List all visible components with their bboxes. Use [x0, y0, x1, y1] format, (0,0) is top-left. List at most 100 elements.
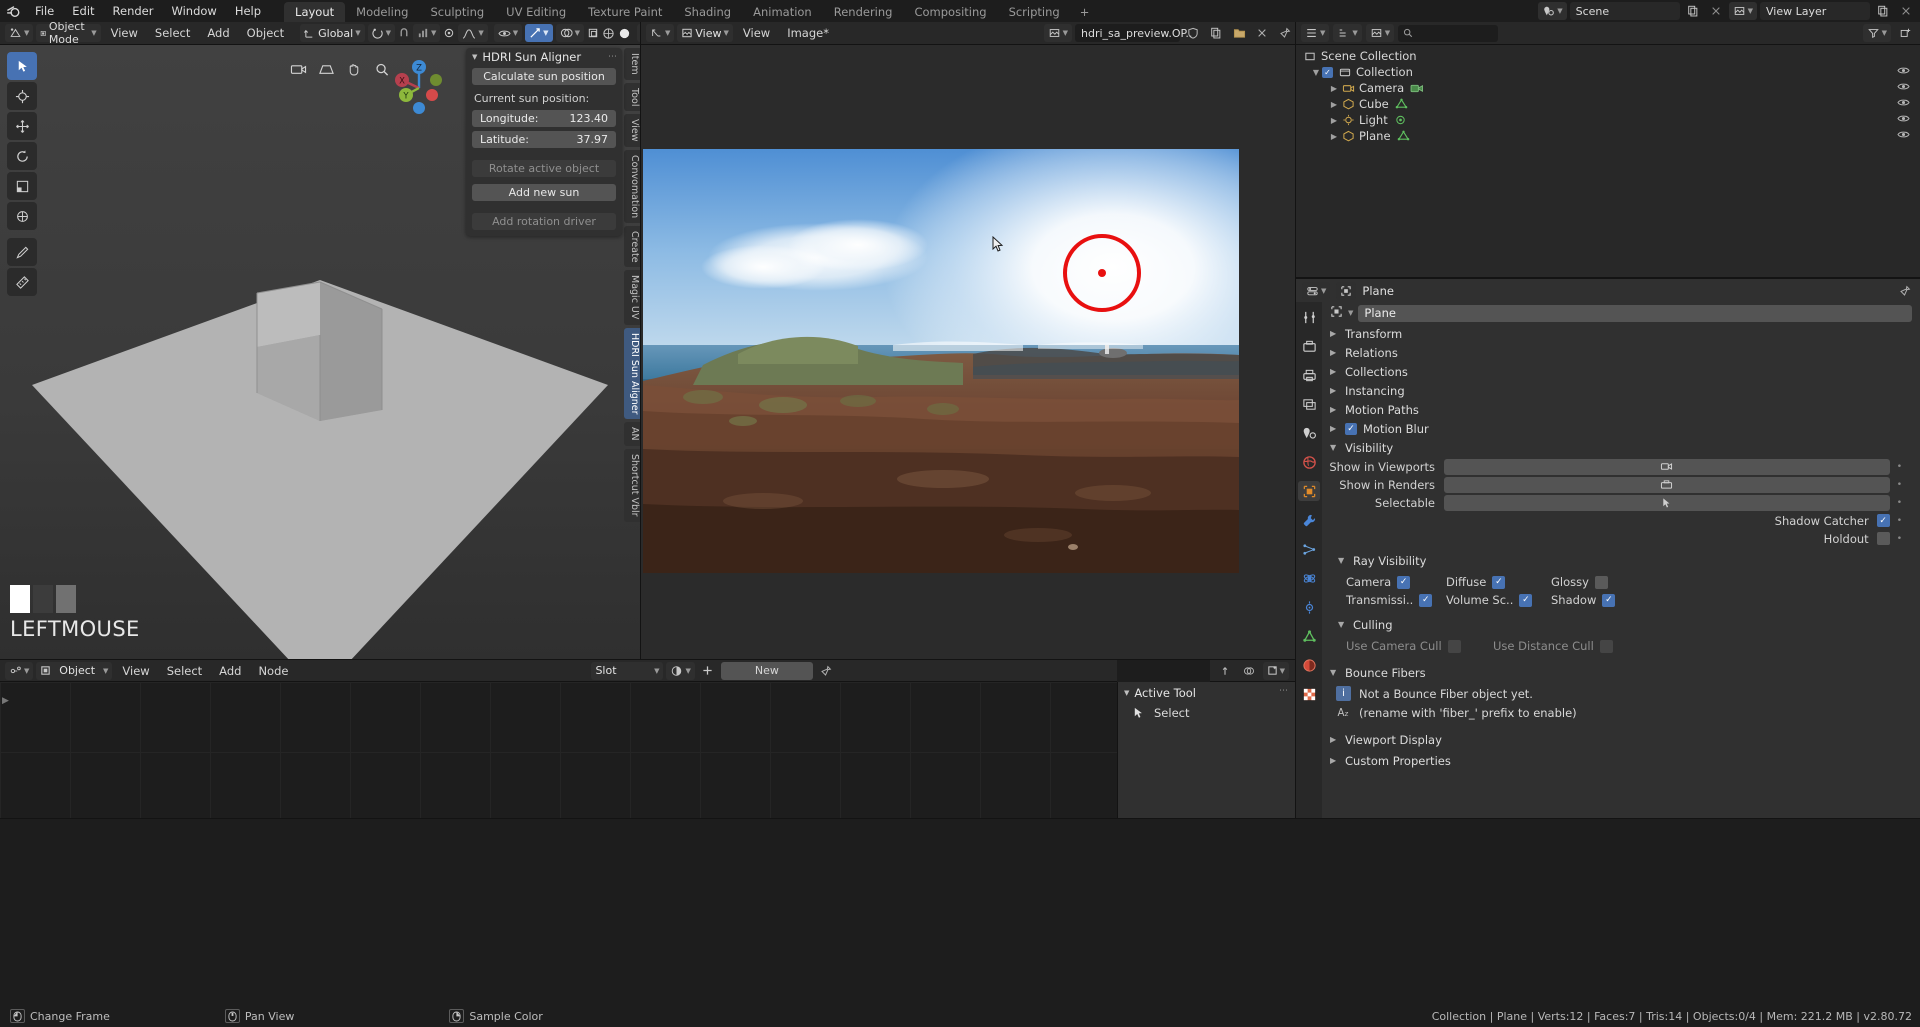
triangle-right-icon[interactable]: ▶	[1328, 100, 1340, 109]
properties-section-instancing[interactable]: ▶ Instancing	[1322, 381, 1920, 400]
workspace-tab-shading[interactable]: Shading	[673, 2, 742, 22]
new-material-button[interactable]: New	[720, 661, 813, 680]
properties-tab-tool[interactable]	[1298, 307, 1320, 327]
tool-cursor[interactable]	[7, 82, 37, 110]
properties-subsection-ray-visibility[interactable]: ▼ Ray Visibility	[1322, 551, 1920, 570]
collection-visibility-eye-icon[interactable]	[1897, 65, 1910, 79]
divider-shader-top[interactable]	[0, 659, 1295, 660]
properties-section-motion-paths[interactable]: ▶ Motion Paths	[1322, 400, 1920, 419]
workspace-tab-uv-editing[interactable]: UV Editing	[495, 2, 577, 22]
active-tool-select-row[interactable]: Select	[1118, 702, 1295, 720]
add-rotation-driver-button[interactable]: Add rotation driver	[472, 213, 616, 230]
shader-menu-select[interactable]: Select	[160, 660, 209, 682]
properties-tab-view-layer[interactable]	[1298, 394, 1320, 414]
workspace-tab-scripting[interactable]: Scripting	[998, 2, 1071, 22]
shading-solid-icon[interactable]	[618, 24, 631, 42]
properties-section-motion-blur[interactable]: ▶ ✓ Motion Blur	[1322, 419, 1920, 438]
fake-user-shield-icon[interactable]	[1183, 24, 1203, 42]
toggle-perspective-icon[interactable]	[316, 59, 336, 79]
new-image-copy-icon[interactable]	[1206, 24, 1226, 42]
viewlayer-name-field[interactable]: View Layer	[1760, 2, 1870, 20]
chevron-down-icon[interactable]: ▼	[1348, 309, 1353, 317]
viewport-menu-view[interactable]: View	[104, 22, 145, 45]
shader-menu-node[interactable]: Node	[251, 660, 295, 682]
workspace-tab-rendering[interactable]: Rendering	[823, 2, 904, 22]
properties-section-transform[interactable]: ▶ Transform	[1322, 324, 1920, 343]
properties-tab-modifiers[interactable]	[1298, 510, 1320, 530]
proportional-edit-dropdown[interactable]: ▼	[413, 24, 441, 42]
triangle-right-icon[interactable]: ▶	[1328, 116, 1340, 125]
camera-visibility-eye-icon[interactable]	[1897, 81, 1910, 95]
properties-subsection-culling[interactable]: ▼ Culling	[1322, 615, 1920, 634]
panel-grip-icon[interactable]: ⋯	[1279, 686, 1289, 696]
shader-menu-view[interactable]: View	[115, 660, 156, 682]
view-axis-gizmo[interactable]: Z X Y	[388, 57, 450, 119]
image-editor-body[interactable]	[641, 45, 1295, 659]
properties-tab-texture[interactable]	[1298, 684, 1320, 704]
properties-pin-icon[interactable]	[1895, 282, 1915, 300]
node-snap-dropdown[interactable]: ▼	[1262, 661, 1289, 680]
properties-section-viewport-display[interactable]: ▶ Viewport Display	[1322, 730, 1920, 749]
properties-section-bounce-fibers[interactable]: ▼ Bounce Fibers	[1322, 663, 1920, 682]
properties-section-relations[interactable]: ▶ Relations	[1322, 343, 1920, 362]
animate-dot-icon[interactable]: •	[1897, 462, 1902, 472]
outliner-view-layer-icon-dropdown[interactable]: ▼	[1365, 24, 1395, 42]
shader-sidebar-toggle-icon[interactable]: ▶	[2, 696, 9, 706]
properties-tab-render[interactable]	[1298, 336, 1320, 356]
image-browse-dropdown[interactable]: ▼	[1043, 24, 1072, 42]
object-mode-dropdown[interactable]: Object Mode ▼	[36, 20, 101, 46]
properties-tab-material[interactable]	[1298, 655, 1320, 675]
shader-editor-canvas[interactable]: ▶	[0, 682, 1117, 819]
collection-checkbox[interactable]: ✓	[1322, 66, 1333, 78]
divider-outliner-properties[interactable]	[1296, 277, 1920, 278]
add-material-slot-icon[interactable]	[698, 662, 718, 680]
ray-diffuse-checkbox[interactable]: ✓	[1492, 575, 1506, 589]
properties-tab-scene[interactable]	[1298, 423, 1320, 443]
new-viewlayer-button[interactable]	[1873, 2, 1893, 20]
motion-blur-checkbox[interactable]: ✓	[1345, 422, 1357, 435]
ray-glossy-checkbox[interactable]	[1594, 575, 1608, 589]
snap-dropdown[interactable]: ▼	[367, 24, 395, 42]
divider-statusbar[interactable]	[0, 818, 1920, 819]
gizmo-toggle-button[interactable]: ▼	[525, 24, 553, 42]
outliner-row-collection[interactable]: ▼ ✓ Collection	[1296, 64, 1920, 80]
holdout-checkbox[interactable]	[1876, 532, 1890, 545]
ray-camera-checkbox[interactable]: ✓	[1397, 575, 1411, 589]
outliner-body[interactable]: Scene Collection ▼ ✓ Collection ▶ Camera	[1296, 45, 1920, 277]
divider-main-right[interactable]	[1295, 22, 1296, 819]
workspace-tab-animation[interactable]: Animation	[742, 2, 823, 22]
rotate-active-object-button[interactable]: Rotate active object	[472, 160, 616, 177]
animate-dot-icon[interactable]: •	[1897, 516, 1902, 526]
outliner-row-light[interactable]: ▶ Light	[1296, 112, 1920, 128]
show-in-renders-toggle[interactable]	[1444, 476, 1890, 493]
viewport-3d[interactable]: Z X Y LEFTMOUSE ⋯ ▼ HDRI Sun Aligner Cal…	[0, 45, 640, 659]
xray-toggle-icon[interactable]	[587, 24, 599, 42]
npanel-tab-hdri-sun-aligner[interactable]: HDRI Sun Aligner	[624, 327, 640, 420]
workspace-tab-sculpting[interactable]: Sculpting	[419, 2, 495, 22]
animate-dot-icon[interactable]: •	[1897, 534, 1902, 544]
menu-edit[interactable]: Edit	[63, 0, 103, 22]
scene-browse-button[interactable]: ▼	[1538, 2, 1567, 20]
shading-wireframe-icon[interactable]	[602, 24, 615, 42]
npanel-tab-convomation[interactable]: Convomation	[624, 149, 640, 223]
workspace-tab-layout[interactable]: Layout	[284, 2, 346, 22]
tool-measure[interactable]	[7, 268, 37, 296]
properties-section-collections[interactable]: ▶ Collections	[1322, 362, 1920, 381]
outliner-new-collection-icon[interactable]	[1895, 24, 1915, 42]
properties-tab-object-data[interactable]	[1298, 626, 1320, 646]
cube-visibility-eye-icon[interactable]	[1897, 97, 1910, 111]
panel-grip-icon[interactable]: ⋯	[608, 52, 618, 62]
longitude-field[interactable]: Longitude: 123.40	[472, 110, 616, 127]
viewport-menu-object[interactable]: Object	[240, 22, 291, 45]
shadow-catcher-checkbox[interactable]: ✓	[1876, 514, 1890, 527]
visibility-dropdown[interactable]: ▼	[493, 24, 523, 42]
outliner-search-input[interactable]	[1398, 24, 1499, 42]
image-editor-menu-view[interactable]: View	[736, 22, 777, 45]
tool-move[interactable]	[7, 112, 37, 140]
calculate-sun-position-button[interactable]: Calculate sun position	[472, 68, 616, 85]
properties-tab-object[interactable]	[1298, 481, 1320, 501]
viewlayer-browse-button[interactable]: ▼	[1728, 2, 1757, 20]
outliner-row-scene-collection[interactable]: Scene Collection	[1296, 48, 1920, 64]
show-in-viewports-toggle[interactable]	[1444, 458, 1890, 475]
triangle-right-icon[interactable]: ▶	[1328, 84, 1340, 93]
